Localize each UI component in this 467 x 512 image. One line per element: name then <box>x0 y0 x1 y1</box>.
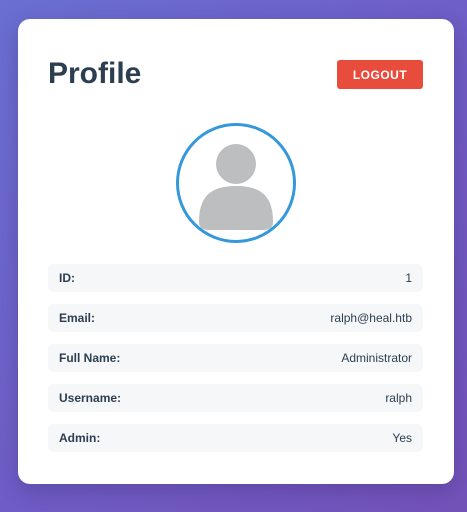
profile-card: Profile LOGOUT ID: 1 Email: ralph@heal.h… <box>18 19 454 484</box>
detail-row-email: Email: ralph@heal.htb <box>48 304 423 332</box>
user-silhouette-icon <box>199 144 273 230</box>
detail-row-full-name: Full Name: Administrator <box>48 344 423 372</box>
logout-button[interactable]: LOGOUT <box>337 60 423 89</box>
detail-row-id: ID: 1 <box>48 264 423 292</box>
detail-label: ID: <box>59 271 75 285</box>
detail-label: Email: <box>59 311 96 325</box>
detail-row-admin: Admin: Yes <box>48 424 423 452</box>
profile-header: Profile LOGOUT <box>48 57 424 91</box>
detail-value: 1 <box>405 271 412 285</box>
detail-label: Admin: <box>59 431 101 445</box>
detail-label: Username: <box>59 391 122 405</box>
detail-value: ralph@heal.htb <box>330 311 412 325</box>
detail-row-username: Username: ralph <box>48 384 423 412</box>
detail-value: ralph <box>385 391 412 405</box>
detail-value: Yes <box>392 431 412 445</box>
profile-details: ID: 1 Email: ralph@heal.htb Full Name: A… <box>48 264 423 464</box>
detail-label: Full Name: <box>59 351 121 365</box>
avatar <box>176 123 296 243</box>
detail-value: Administrator <box>341 351 412 365</box>
page-title: Profile <box>48 57 142 90</box>
